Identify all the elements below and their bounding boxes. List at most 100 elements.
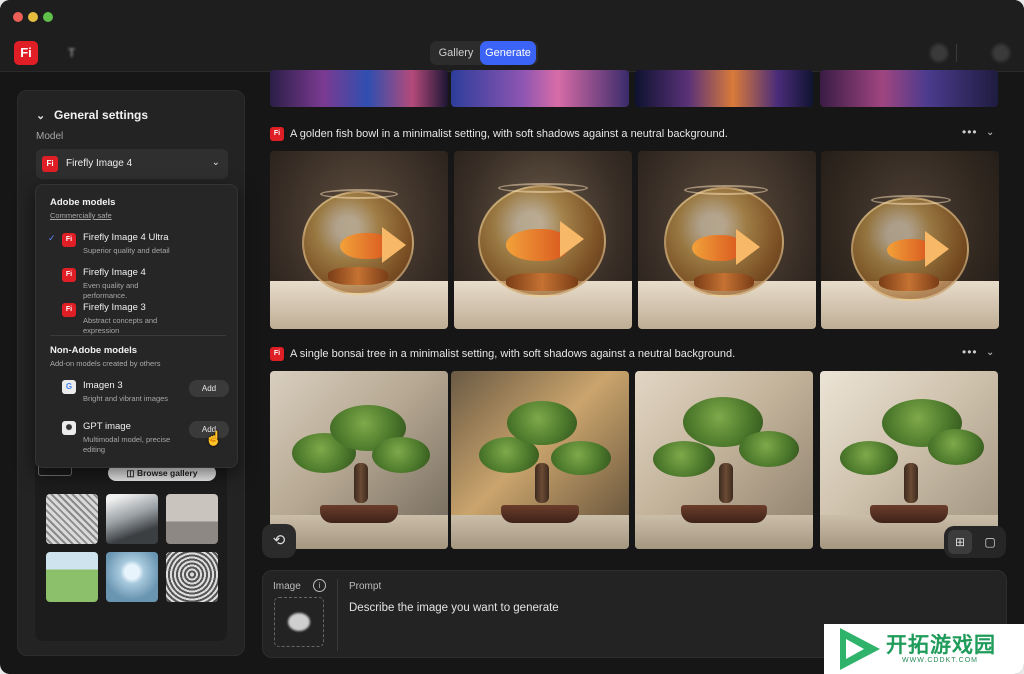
more-options-icon[interactable]: •••: [962, 125, 978, 139]
prev-generation-image[interactable]: [635, 70, 813, 107]
firefly-icon: Fi: [62, 303, 76, 317]
generated-image[interactable]: [454, 151, 632, 329]
bonsai-foliage: [551, 441, 611, 475]
history-button[interactable]: ⟲: [262, 524, 296, 558]
bonsai-foliage: [739, 431, 799, 467]
commercially-safe-link[interactable]: Commercially safe: [50, 211, 112, 220]
single-view-button[interactable]: ▢: [978, 530, 1002, 554]
model-option-name: Firefly Image 4: [83, 267, 146, 278]
prev-generation-image[interactable]: [451, 70, 629, 107]
generated-image[interactable]: [821, 151, 999, 329]
bowl-coral: [694, 273, 754, 291]
model-option-firefly-image-3[interactable]: Fi Firefly Image 3 Abstract concepts and…: [36, 301, 239, 335]
firefly-icon: Fi: [270, 127, 284, 141]
tab-generate[interactable]: Generate: [480, 41, 536, 65]
nonadobe-models-title: Non-Adobe models: [50, 345, 138, 356]
generation-prompt-text: A single bonsai tree in a minimalist set…: [290, 348, 736, 360]
model-select-value: Firefly Image 4: [66, 158, 133, 169]
prompt-bar-divider: [337, 579, 338, 651]
style-thumb-interior[interactable]: [166, 494, 218, 544]
bonsai-foliage: [840, 441, 898, 475]
style-thumb-road[interactable]: [46, 552, 98, 602]
watermark-logo-shape: [846, 639, 864, 659]
goldfish: [692, 235, 742, 261]
watermark-brand: 开拓游戏园: [886, 634, 996, 657]
bonsai-trunk: [535, 463, 549, 503]
style-thumb-sphere[interactable]: [106, 552, 158, 602]
avatar[interactable]: [992, 44, 1010, 62]
bonsai-foliage: [507, 401, 577, 445]
generation-prompt-row: Fi A single bonsai tree in a minimalist …: [270, 345, 1000, 363]
upload-image-icon: [288, 613, 310, 631]
goldfish-tail: [560, 221, 584, 257]
model-option-desc: Bright and vibrant images: [83, 394, 169, 403]
bonsai-foliage: [928, 429, 984, 465]
mode-switcher: Gallery Generate: [430, 41, 538, 65]
model-option-imagen-3[interactable]: G Imagen 3 Bright and vibrant images Add: [36, 379, 239, 411]
firefly-icon: Fi: [62, 268, 76, 282]
info-icon[interactable]: i: [313, 579, 326, 592]
bonsai-pot: [501, 505, 579, 523]
site-watermark: 开拓游戏园 WWW.CDDKT.COM: [824, 624, 1024, 674]
model-option-name: Firefly Image 3: [83, 302, 146, 313]
watermark-logo-icon: [840, 628, 882, 670]
bowl-rim: [498, 183, 588, 193]
image-upload-dropzone[interactable]: [274, 597, 324, 647]
model-label: Model: [36, 131, 64, 142]
nonadobe-models-subtitle: Add-on models created by others: [50, 359, 161, 368]
chevron-down-icon: ⌄: [211, 157, 220, 168]
chevron-down-icon: ⌄: [36, 110, 46, 122]
grid-icon: ⊞: [954, 535, 966, 549]
prompt-input[interactable]: [349, 599, 819, 617]
bonsai-pot: [870, 505, 948, 523]
goldfish-tail: [736, 229, 760, 265]
grid-view-button[interactable]: ⊞: [948, 530, 972, 554]
more-options-icon[interactable]: •••: [962, 345, 978, 359]
minimize-window-button[interactable]: [28, 12, 38, 22]
generated-image[interactable]: [270, 151, 448, 329]
checkmark-icon: ✓: [48, 233, 56, 243]
notifications-icon[interactable]: [930, 44, 948, 62]
tab-gallery[interactable]: Gallery: [432, 41, 480, 65]
bonsai-foliage: [653, 441, 715, 477]
generated-image[interactable]: [638, 151, 816, 329]
window-titlebar: [0, 0, 1024, 34]
model-option-desc: Superior quality and detail: [83, 246, 170, 255]
app-header: Fi T Gallery Generate: [0, 34, 1024, 72]
generated-image[interactable]: [451, 371, 629, 549]
model-option-desc: Even quality and performance.: [83, 281, 139, 300]
watermark-url: WWW.CDDKT.COM: [902, 657, 978, 664]
bowl-rim: [320, 189, 398, 199]
bonsai-foliage: [372, 437, 430, 473]
openai-icon: ✺: [62, 421, 76, 435]
gallery-icon: ◫: [126, 468, 137, 478]
maximize-window-button[interactable]: [43, 12, 53, 22]
general-settings-header[interactable]: ⌄ General settings: [36, 108, 148, 122]
chevron-down-icon[interactable]: ⌄: [986, 347, 994, 358]
firefly-logo[interactable]: Fi: [14, 41, 38, 65]
app-window: Fi T Gallery Generate ⌄ General settings …: [0, 0, 1024, 674]
model-option-firefly-image-4[interactable]: Fi Firefly Image 4 Even quality and perf…: [36, 266, 239, 300]
goldfish: [506, 229, 568, 261]
style-thumb-owl[interactable]: [166, 552, 218, 602]
style-thumb-landscape[interactable]: [106, 494, 158, 544]
model-option-firefly-image-4-ultra[interactable]: ✓ Fi Firefly Image 4 Ultra Superior qual…: [36, 231, 239, 263]
model-select[interactable]: Fi Firefly Image 4 ⌄: [36, 149, 228, 179]
google-icon: G: [62, 380, 76, 394]
add-imagen-button[interactable]: Add: [189, 380, 229, 397]
close-window-button[interactable]: [13, 12, 23, 22]
goldfish-tail: [382, 227, 406, 263]
prev-generation-image[interactable]: [270, 70, 448, 107]
generated-image[interactable]: [820, 371, 998, 549]
generated-image[interactable]: [635, 371, 813, 549]
generation-prompt-row: Fi A golden fish bowl in a minimalist se…: [270, 125, 1000, 143]
style-thumb-sketch[interactable]: [46, 494, 98, 544]
bonsai-trunk: [904, 463, 918, 503]
pointer-cursor-icon: ☝: [205, 430, 223, 446]
bonsai-trunk: [719, 463, 733, 503]
prev-generation-image[interactable]: [820, 70, 998, 107]
firefly-icon: Fi: [42, 156, 58, 172]
generated-image[interactable]: [270, 371, 448, 549]
model-option-name: Imagen 3: [83, 380, 123, 391]
chevron-down-icon[interactable]: ⌄: [986, 127, 994, 138]
